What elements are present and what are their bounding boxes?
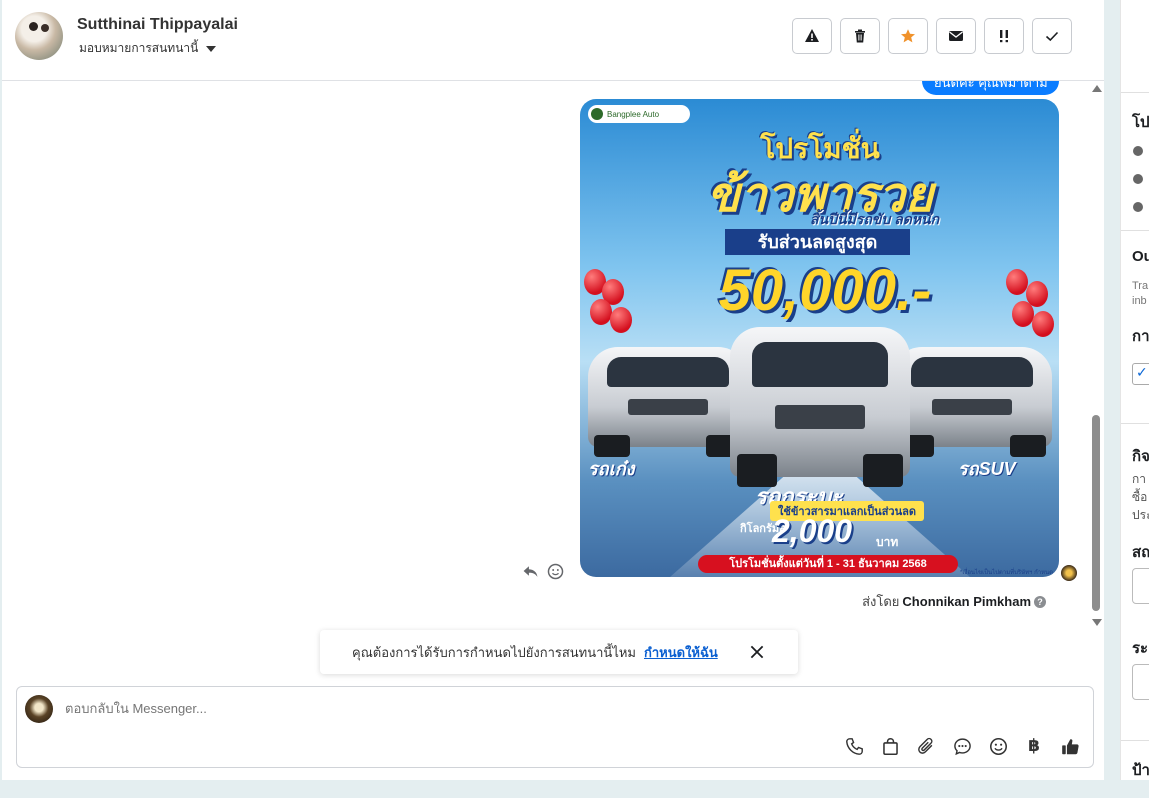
paperclip-icon: [917, 737, 933, 754]
emoji-react-icon[interactable]: [547, 563, 564, 580]
per-kg-amount: 2,000: [772, 513, 853, 549]
activity-line-1: กา: [1132, 472, 1147, 486]
scroll-thumb[interactable]: [1092, 415, 1100, 611]
mark-unread-button[interactable]: [936, 18, 976, 54]
warning-icon: [805, 29, 819, 42]
panel-subtitle: กา: [1132, 328, 1149, 345]
promo-band: รับส่วนลดสูงสุด: [725, 229, 910, 255]
logo-emblem-icon: [591, 108, 603, 120]
emoji-icon: [989, 737, 1007, 755]
clock-icon: [1133, 146, 1143, 156]
scroll-up-arrow-icon[interactable]: [1092, 85, 1102, 92]
conversation-header: Sutthinai Thippayalai มอบหมายการสนทนานี้: [2, 0, 1104, 81]
pickup-truck: [730, 327, 910, 487]
outbound-desc-line-1: Tra: [1132, 280, 1149, 292]
delete-button[interactable]: [840, 18, 880, 54]
suv-label: รถSUV: [958, 459, 1016, 479]
attach-button[interactable]: [915, 735, 937, 757]
composer-toolbar: ฿: [843, 735, 1081, 757]
checkbox[interactable]: ✓: [1132, 363, 1149, 385]
activity-line-3: ประ: [1132, 508, 1149, 522]
sent-by: ส่งโดย Chonnikan Pimkham ?: [862, 591, 1046, 612]
sent-by-name: Chonnikan Pimkham: [902, 594, 1031, 609]
thread-scrollbar[interactable]: [1089, 85, 1103, 631]
phone-icon: [845, 737, 863, 755]
outbound-section-title: Ou: [1132, 248, 1149, 265]
mark-done-button[interactable]: [1032, 18, 1072, 54]
assign-question: คุณต้องการได้รับการกำหนดไปยังการสนทนานี้…: [352, 644, 636, 660]
balloon-icon: [1006, 269, 1028, 295]
assign-to-me-link[interactable]: กำหนดให้ฉัน: [644, 642, 718, 663]
activity-line-2: ซื้อ: [1132, 490, 1148, 504]
divider: [1121, 230, 1149, 231]
shop-button[interactable]: [879, 735, 901, 757]
scroll-down-arrow-icon[interactable]: [1092, 619, 1102, 626]
dealer-logo: Bangplee Auto: [588, 105, 690, 123]
location-pin-icon: [1133, 202, 1143, 212]
divider: [1121, 740, 1149, 741]
double-exclamation-icon: [1000, 30, 1008, 43]
star-icon: [901, 29, 915, 43]
message-actions: [522, 563, 564, 580]
payment-button[interactable]: ฿: [1023, 735, 1045, 757]
contact-avatar[interactable]: [15, 12, 63, 60]
promo-subtitle: สิ้นปีนี้มีรถขับ ลดหนัก: [810, 211, 940, 227]
chat-bubble-icon: [953, 737, 971, 755]
thumbs-up-icon: [1061, 738, 1079, 754]
call-button[interactable]: [843, 735, 865, 757]
graduation-cap-icon: [1133, 174, 1143, 184]
sent-by-prefix: ส่งโดย: [862, 594, 900, 609]
shopping-bag-icon: [882, 737, 898, 755]
balloon-icon: [590, 299, 612, 325]
assign-dropdown[interactable]: มอบหมายการสนทนานี้: [79, 39, 217, 58]
conversation-pane: Sutthinai Thippayalai มอบหมายการสนทนานี้: [2, 0, 1104, 780]
promo-fine-print: *เงื่อนไขเป็นไปตามที่บริษัทฯ กำหนด: [960, 570, 1054, 576]
stage-select[interactable]: [1132, 664, 1149, 700]
status-label: สถ: [1132, 544, 1149, 561]
sedan-label: รถเก๋ง: [588, 459, 635, 479]
message-thread[interactable]: ยินดีค่ะ คุณพี่มาดาม Bangplee Auto โปรโม…: [2, 81, 1104, 681]
balloon-icon: [1032, 311, 1054, 337]
trash-icon: [855, 29, 865, 43]
status-select[interactable]: [1132, 568, 1149, 604]
labels-section-title: ป้า: [1132, 762, 1149, 779]
star-button[interactable]: [888, 18, 928, 54]
divider: [1121, 92, 1149, 93]
assign-label: มอบหมายการสนทนานี้: [79, 41, 199, 55]
reply-icon[interactable]: [522, 563, 539, 580]
reply-input[interactable]: [65, 701, 765, 716]
mark-spam-button[interactable]: [792, 18, 832, 54]
suv-car: [892, 347, 1052, 457]
assign-to-me-banner: คุณต้องการได้รับการกำหนดไปยังการสนทนานี้…: [320, 630, 798, 674]
outbound-desc-line-2: inb: [1132, 295, 1147, 307]
saved-replies-button[interactable]: [951, 735, 973, 757]
stage-label: ระ: [1132, 640, 1149, 657]
promo-image-message[interactable]: Bangplee Auto โปรโมชั่น ข้าวพารวย สิ้นปี…: [580, 99, 1059, 577]
follow-up-button[interactable]: [984, 18, 1024, 54]
balloon-icon: [1012, 301, 1034, 327]
contact-details-panel: โป Ou Tra inb กา ✓ กิจ กา ซื้อ ประ สถ ระ…: [1120, 0, 1149, 780]
promo-period: โปรโมชั่นตั้งแต่วันที่ 1 - 31 ธันวาคม 25…: [698, 555, 958, 573]
balloon-icon: [610, 307, 632, 333]
divider: [1121, 423, 1149, 424]
envelope-icon: [949, 31, 963, 41]
contact-name[interactable]: Sutthinai Thippayalai: [77, 16, 238, 34]
reply-composer: ฿: [16, 686, 1094, 768]
check-icon: [1045, 31, 1059, 42]
sent-message-bubble[interactable]: ยินดีค่ะ คุณพี่มาดาม: [922, 81, 1059, 95]
like-button[interactable]: [1059, 735, 1081, 757]
profile-section-title: โป: [1132, 114, 1149, 131]
close-icon[interactable]: [748, 643, 766, 661]
question-mark-icon[interactable]: ?: [1034, 595, 1046, 608]
sedan-car: [588, 347, 748, 457]
baht-icon: ฿: [1028, 736, 1040, 755]
page-avatar: [25, 695, 53, 723]
promo-amount: 50,000.-: [718, 258, 932, 323]
conversation-toolbar: [792, 18, 1072, 54]
activity-section-title: กิจ: [1132, 448, 1149, 465]
emoji-button[interactable]: [987, 735, 1009, 757]
sender-avatar: [1061, 565, 1077, 581]
caret-down-icon: [206, 45, 217, 52]
per-kg-unit: บาท: [876, 535, 899, 549]
